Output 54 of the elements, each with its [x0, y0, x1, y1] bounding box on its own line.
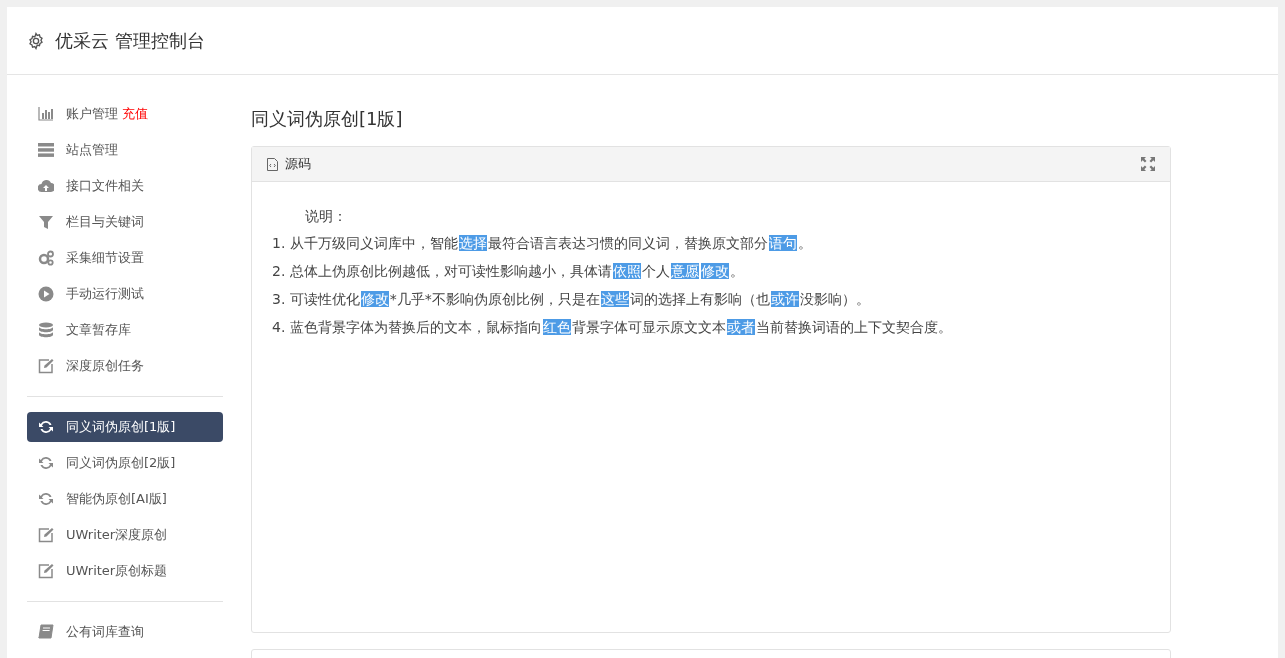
sidebar-item[interactable]: 站点管理 — [27, 135, 223, 165]
sidebar-item[interactable]: 采集细节设置 — [27, 243, 223, 273]
sidebar-label: 公有词库查询 — [66, 623, 144, 642]
sidebar-item[interactable]: 同义词伪原创[1版] — [27, 412, 223, 442]
sidebar-label: UWriter深度原创 — [66, 526, 168, 545]
sidebar-label: 文章暂存库 — [66, 321, 131, 340]
sidebar-item[interactable]: 文章暂存库 — [27, 315, 223, 345]
book-icon — [38, 624, 54, 640]
sidebar-item[interactable]: 深度原创任务 — [27, 351, 223, 381]
sidebar-item[interactable]: UWriter深度原创 — [27, 520, 223, 550]
sidebar-item[interactable]: 接口文件相关 — [27, 171, 223, 201]
instruction-line: 3. 可读性优化修改*几乎*不影响伪原创比例，只是在这些词的选择上有影响（也或许没影响）。 — [272, 290, 870, 309]
sidebar-label: 同义词伪原创[1版] — [66, 418, 176, 437]
sidebar-label: 深度原创任务 — [66, 357, 144, 376]
refresh-icon — [38, 419, 54, 435]
instruction-line: 2. 总体上伪原创比例越低，对可读性影响越小，具体请依照个人意愿修改。 — [272, 262, 744, 281]
sidebar-item[interactable]: 同义词伪原创[2版] — [27, 448, 223, 478]
sidebar-label: 手动运行测试 — [66, 285, 144, 304]
sidebar-label: 同义词伪原创[2版] — [66, 454, 176, 473]
edit-icon — [38, 563, 54, 579]
sidebar-item[interactable]: 账户管理 充值 — [27, 99, 223, 129]
sidebar-label: 栏目与关键词 — [66, 213, 144, 232]
header-title: 优采云 管理控制台 — [55, 29, 205, 53]
sidebar-item[interactable]: UWriter原创标题 — [27, 556, 223, 586]
sidebar-item[interactable]: 智能伪原创[AI版] — [27, 484, 223, 514]
sidebar-label: 接口文件相关 — [66, 177, 144, 196]
sidebar-label: 智能伪原创[AI版] — [66, 490, 167, 509]
instruction-line: 1. 从千万级同义词库中，智能选择最符合语言表达习惯的同义词，替换原文部分语句。 — [272, 234, 812, 253]
play-icon — [38, 286, 54, 302]
server-icon — [38, 142, 54, 158]
sidebar-label: 站点管理 — [66, 141, 118, 160]
sidebar-item[interactable]: 手动运行测试 — [27, 279, 223, 309]
page-title: 同义词伪原创[1版] — [251, 107, 404, 131]
sidebar-label: 采集细节设置 — [66, 249, 144, 268]
database-icon — [38, 322, 54, 338]
sidebar-item[interactable]: 栏目与关键词 — [27, 207, 223, 237]
bar-chart-icon — [38, 106, 54, 122]
gears-icon — [38, 250, 54, 266]
filter-icon — [38, 214, 54, 230]
sidebar-label: UWriter原创标题 — [66, 562, 168, 581]
refresh-icon — [38, 455, 54, 471]
sidebar-label: 账户管理 — [66, 105, 118, 124]
code-file-icon — [267, 157, 278, 171]
recharge-link[interactable]: 充值 — [122, 104, 148, 124]
fullscreen-icon[interactable] — [1141, 157, 1155, 171]
intro-label: 说明： — [304, 207, 347, 226]
sidebar-item[interactable]: 公有词库查询 — [27, 617, 223, 647]
instruction-line: 4. 蓝色背景字体为替换后的文本，鼠标指向 红色背景字体可显示原文文本或者当前替换词语的上下文契合度。 — [272, 318, 952, 337]
gear-icon — [27, 31, 45, 50]
edit-icon — [38, 358, 54, 374]
cloud-upload-icon — [38, 178, 54, 194]
refresh-icon — [38, 491, 54, 507]
edit-icon — [38, 527, 54, 543]
panel-title: 源码 — [285, 155, 311, 174]
